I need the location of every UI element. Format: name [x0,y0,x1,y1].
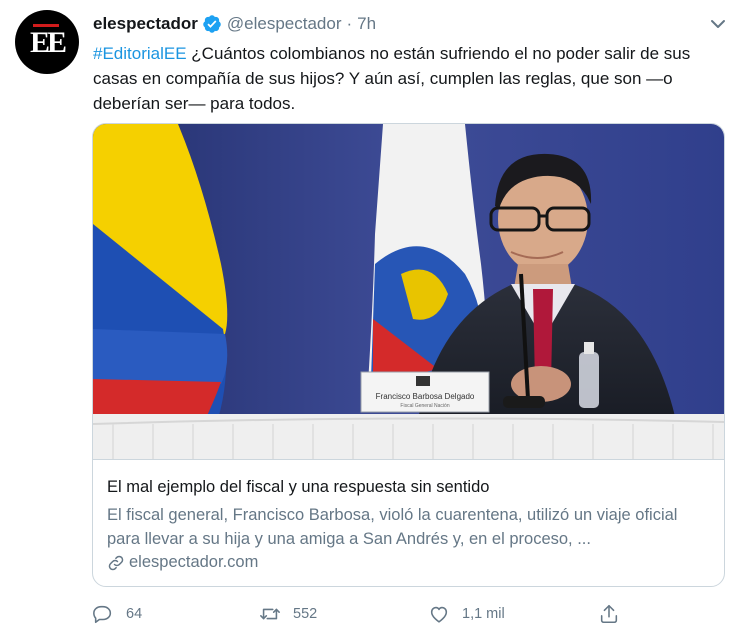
display-name[interactable]: elespectador [93,14,198,34]
chevron-down-icon[interactable] [706,12,730,36]
timestamp[interactable]: 7h [357,14,376,34]
share-icon [600,604,618,624]
reply-count: 64 [126,606,143,622]
card-image: Francisco Barbosa Delgado Fiscal General… [93,124,724,459]
link-card[interactable]: Francisco Barbosa Delgado Fiscal General… [92,123,725,587]
reply-icon [93,605,112,624]
nameplate-text: Francisco Barbosa Delgado [376,392,475,401]
like-count: 1,1 mil [462,606,505,622]
tweet-actions: 64 552 1,1 mil [0,600,746,630]
reply-button[interactable]: 64 [92,600,142,628]
card-domain-text: elespectador.com [129,553,259,571]
card-title: El mal ejemplo del fiscal y una respuest… [107,478,490,496]
separator-dot: · [346,14,353,33]
retweet-button[interactable]: 552 [259,600,317,628]
retweet-count: 552 [293,606,318,622]
hashtag-link[interactable]: #EditorialEE [93,44,187,63]
tweet[interactable]: EE elespectador @elespectador · 7h #Edit… [0,0,746,640]
avatar-logo: EE [29,26,67,59]
card-description: El fiscal general, Francisco Barbosa, vi… [107,506,678,548]
nameplate-subtext: Fiscal General Nación [400,403,449,409]
tweet-header: elespectador @elespectador · 7h [93,12,376,36]
retweet-icon [260,608,280,620]
tweet-text: #EditorialEE ¿Cuántos colombianos no est… [93,41,723,116]
card-text-area[interactable]: El mal ejemplo del fiscal y una respuest… [93,459,724,571]
share-button[interactable] [598,600,620,628]
like-icon [430,606,448,623]
verified-badge-icon [203,15,221,33]
handle[interactable]: @elespectador [227,14,342,34]
link-icon [108,555,124,570]
avatar[interactable]: EE [15,10,79,74]
card-domain: elespectador.com [107,553,258,572]
like-button[interactable]: 1,1 mil [428,600,505,628]
